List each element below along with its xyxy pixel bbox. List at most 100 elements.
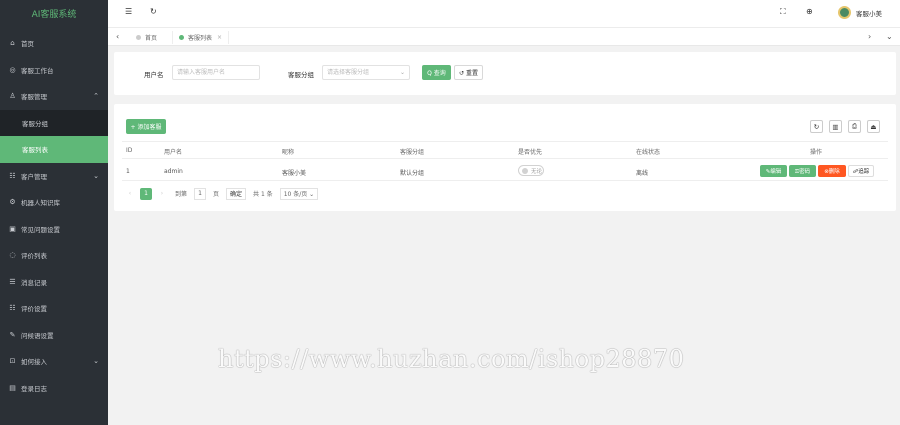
- sidebar-item-login-log[interactable]: ▤ 登录日志: [0, 375, 108, 402]
- column-header-priority: 是否优先: [518, 149, 543, 156]
- tab-home[interactable]: 首页: [130, 31, 163, 44]
- sidebar-item-label: 常见问题设置: [21, 225, 60, 234]
- user-menu[interactable]: 客服小美: [838, 6, 882, 19]
- sidebar: AI客服系统 ⌂ 首页 ◎ 客服工作台 ♙ 客服管理 ⌃ 客服分组 客服列表 ☷…: [0, 0, 108, 425]
- track-button[interactable]: ☍追踪: [848, 165, 874, 177]
- prev-page-icon[interactable]: ‹: [124, 188, 136, 200]
- user-icon: ♙: [9, 92, 16, 101]
- sidebar-item-agent-groups[interactable]: 客服分组: [0, 109, 108, 136]
- log-icon: ▤: [9, 383, 16, 392]
- divider: [122, 141, 888, 142]
- top-header: ☰ ↻ ⛶ ⊕ 客服小美: [108, 0, 900, 28]
- group-select[interactable]: 请选择客服分组 ⌄: [322, 65, 410, 80]
- edit-button[interactable]: ✎编辑: [760, 165, 787, 177]
- chevron-up-icon: ⌃: [93, 92, 99, 101]
- add-agent-button[interactable]: + 添加客服: [126, 119, 166, 134]
- sidebar-item-label: 客服列表: [22, 146, 48, 155]
- next-page-icon[interactable]: ›: [156, 188, 168, 200]
- comment-icon: ◌: [9, 251, 16, 260]
- reply-icon: ▣: [9, 224, 16, 233]
- reset-button[interactable]: ↺ 重置: [454, 65, 483, 80]
- sidebar-item-label: 客户管理: [21, 172, 47, 181]
- print-icon[interactable]: ⎙: [848, 120, 861, 133]
- group-label: 客服分组: [288, 71, 314, 79]
- menu-toggle-icon[interactable]: ☰: [125, 7, 132, 16]
- search-form: 用户名 请输入客服用户名 客服分组 请选择客服分组 ⌄ Q 查询 ↺ 重置: [114, 52, 896, 95]
- column-header-id: ID: [126, 147, 133, 154]
- column-header-group: 客服分组: [400, 149, 425, 156]
- sidebar-item-workbench[interactable]: ◎ 客服工作台: [0, 57, 108, 84]
- pagination: ‹ 1 › 到第 1 页 确定 共 1 条 10 条/页 ⌄: [124, 187, 322, 200]
- page-unit: 页: [213, 191, 220, 198]
- chevron-down-icon: ⌄: [93, 171, 99, 180]
- goto-label: 到第: [175, 191, 188, 198]
- cell-id: 1: [126, 168, 130, 175]
- page-current[interactable]: 1: [140, 187, 152, 200]
- sidebar-item-home[interactable]: ⌂ 首页: [0, 30, 108, 57]
- cell-status: 离线: [636, 170, 649, 177]
- cell-username: admin: [164, 168, 183, 175]
- sidebar-item-label: 首页: [21, 40, 34, 49]
- columns-filter-icon[interactable]: ▥: [829, 120, 842, 133]
- sidebar-item-messages[interactable]: ☰ 消息记录: [0, 269, 108, 296]
- goto-page-input[interactable]: 1: [194, 187, 207, 200]
- app-logo: AI客服系统: [31, 10, 77, 20]
- tabs-more-icon[interactable]: ⌄: [886, 32, 893, 41]
- tabs-prev-icon[interactable]: ‹: [116, 32, 119, 41]
- sidebar-item-label: 问候语设置: [21, 331, 54, 340]
- home-icon: ⌂: [10, 39, 15, 48]
- column-header-username: 用户名: [164, 149, 183, 156]
- user-name: 客服小美: [856, 9, 882, 18]
- sidebar-item-customers[interactable]: ☷ 客户管理 ⌄: [0, 163, 108, 190]
- refresh-table-icon[interactable]: ↻: [810, 120, 823, 133]
- export-icon[interactable]: ⏏: [867, 120, 880, 133]
- globe-icon[interactable]: ⊕: [806, 7, 813, 16]
- sidebar-item-label: 如何接入: [21, 358, 47, 367]
- tab-agent-list[interactable]: 客服列表 ×: [172, 31, 230, 44]
- search-button[interactable]: Q 查询: [422, 65, 451, 80]
- username-label: 用户名: [144, 71, 164, 79]
- delete-button[interactable]: ⊗删除: [818, 165, 846, 177]
- tab-dot: [136, 35, 141, 40]
- chevron-down-icon: ⌄: [399, 69, 405, 76]
- chevron-down-icon: ⌄: [93, 357, 99, 366]
- settings-icon: ☷: [9, 304, 16, 313]
- fullscreen-icon[interactable]: ⛶: [780, 7, 786, 17]
- page-size-select[interactable]: 10 条/页 ⌄: [279, 187, 319, 200]
- sidebar-item-label: 消息记录: [21, 278, 47, 287]
- access-icon: ⊡: [9, 357, 16, 366]
- sidebar-item-review-settings[interactable]: ☷ 评价设置: [0, 295, 108, 322]
- sidebar-item-label: 客服工作台: [21, 66, 54, 75]
- username-input[interactable]: 请输入客服用户名: [172, 65, 260, 80]
- cell-nickname: 客服小美: [282, 170, 307, 177]
- column-header-status: 在线状态: [636, 149, 661, 156]
- goto-confirm-button[interactable]: 确定: [226, 187, 247, 200]
- sidebar-item-agent-list[interactable]: 客服列表: [0, 136, 108, 163]
- priority-switch[interactable]: 无论: [518, 165, 544, 176]
- sidebar-item-agent-management[interactable]: ♙ 客服管理 ⌃: [0, 83, 108, 110]
- tab-dot: [179, 35, 184, 40]
- sidebar-item-label: 客服管理: [21, 93, 47, 102]
- customer-icon: ☷: [9, 171, 16, 180]
- tab-label: 客服列表: [188, 35, 213, 42]
- sidebar-item-access[interactable]: ⊡ 如何接入 ⌄: [0, 348, 108, 375]
- sidebar-item-label: 客服分组: [22, 119, 48, 128]
- sidebar-item-robot-kb[interactable]: ⚙ 机器人知识库: [0, 189, 108, 216]
- column-header-nickname: 昵称: [282, 149, 295, 156]
- password-button[interactable]: ⚿密码: [789, 165, 816, 177]
- close-icon[interactable]: ×: [217, 34, 222, 41]
- sidebar-item-label: 评价列表: [21, 252, 47, 261]
- group-placeholder: 请选择客服分组: [327, 69, 370, 76]
- switch-label: 无论: [531, 168, 543, 175]
- robot-icon: ⚙: [9, 198, 16, 207]
- sidebar-item-greetings[interactable]: ✎ 问候语设置: [0, 322, 108, 349]
- sidebar-item-label: 评价设置: [21, 305, 47, 314]
- tabs-next-icon[interactable]: ›: [868, 32, 871, 41]
- tabs-bar: ‹ 首页 客服列表 × › ⌄: [108, 28, 900, 46]
- divider: [122, 180, 888, 181]
- switch-knob: [522, 167, 528, 174]
- sidebar-item-label: 登录日志: [21, 384, 47, 393]
- refresh-icon[interactable]: ↻: [150, 7, 157, 16]
- sidebar-item-faq[interactable]: ▣ 常见问题设置: [0, 216, 108, 243]
- sidebar-item-reviews[interactable]: ◌ 评价列表: [0, 242, 108, 269]
